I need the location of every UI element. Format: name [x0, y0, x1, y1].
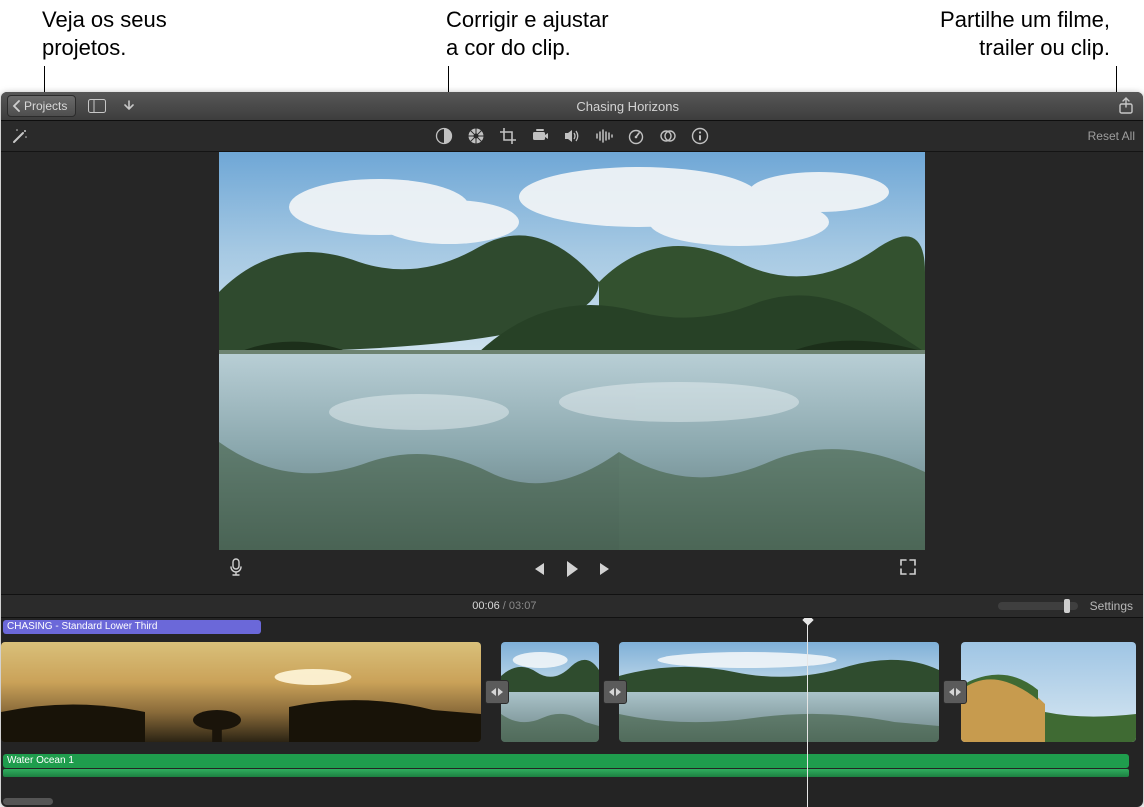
zoom-knob[interactable] — [1064, 599, 1070, 613]
library-layout-button[interactable] — [86, 95, 108, 117]
next-button[interactable] — [593, 556, 619, 582]
project-title: Chasing Horizons — [140, 99, 1115, 114]
annotation-projects: Veja os seus projetos. — [42, 6, 167, 62]
playhead[interactable] — [807, 618, 808, 807]
adjustment-toolbar: Reset All — [1, 121, 1143, 152]
color-balance-button[interactable] — [435, 127, 453, 145]
import-button[interactable] — [118, 95, 140, 117]
video-clip[interactable] — [1, 642, 481, 742]
transition-button[interactable] — [603, 680, 627, 704]
projects-button[interactable]: Projects — [7, 95, 76, 117]
horizontal-scrollbar-thumb[interactable] — [3, 798, 53, 805]
share-button[interactable] — [1115, 95, 1137, 117]
video-clip[interactable] — [619, 642, 939, 742]
preview-image — [219, 152, 925, 550]
playhead-marker — [802, 618, 813, 626]
projects-label: Projects — [24, 99, 67, 113]
time-row: 00:06 / 03:07 Settings — [1, 594, 1143, 618]
transition-button[interactable] — [485, 680, 509, 704]
volume-button[interactable] — [563, 127, 581, 145]
play-button[interactable] — [559, 556, 585, 582]
auto-enhance-button[interactable] — [9, 125, 31, 147]
reset-all-button[interactable]: Reset All — [1088, 129, 1135, 143]
annotation-color: Corrigir e ajustar a cor do clip. — [446, 6, 609, 62]
noise-reduction-button[interactable] — [595, 127, 613, 145]
stabilization-button[interactable] — [531, 127, 549, 145]
speed-button[interactable] — [627, 127, 645, 145]
audio-waveform — [3, 769, 1129, 777]
viewer-area — [1, 152, 1143, 594]
color-correction-button[interactable] — [467, 127, 485, 145]
audio-clip[interactable]: Water Ocean 1 — [3, 754, 1129, 768]
time-separator: / — [500, 600, 509, 612]
video-clip[interactable] — [501, 642, 599, 742]
title-clip[interactable]: CHASING - Standard Lower Third — [3, 620, 261, 634]
app-window: Projects Chasing Horizons — [1, 92, 1143, 805]
voiceover-button[interactable] — [223, 554, 249, 580]
transition-button[interactable] — [943, 680, 967, 704]
previous-button[interactable] — [525, 556, 551, 582]
preview-viewer[interactable] — [219, 152, 925, 550]
video-clip[interactable] — [961, 642, 1136, 742]
settings-button[interactable]: Settings — [1090, 599, 1133, 613]
playback-controls — [219, 554, 925, 584]
fullscreen-button[interactable] — [895, 554, 921, 580]
timeline[interactable]: CHASING - Standard Lower Third Water Oce… — [1, 618, 1143, 807]
info-button[interactable] — [691, 127, 709, 145]
time-current: 00:06 — [472, 600, 500, 612]
filter-button[interactable] — [659, 127, 677, 145]
adjustment-tools — [435, 127, 709, 145]
zoom-slider[interactable] — [998, 602, 1078, 610]
titlebar: Projects Chasing Horizons — [1, 92, 1143, 121]
crop-button[interactable] — [499, 127, 517, 145]
timecode: 00:06 / 03:07 — [11, 600, 998, 612]
chevron-left-icon — [12, 100, 22, 112]
time-duration: 03:07 — [509, 600, 537, 612]
video-track — [1, 642, 1143, 742]
annotation-share: Partilhe um filme, trailer ou clip. — [940, 6, 1110, 62]
